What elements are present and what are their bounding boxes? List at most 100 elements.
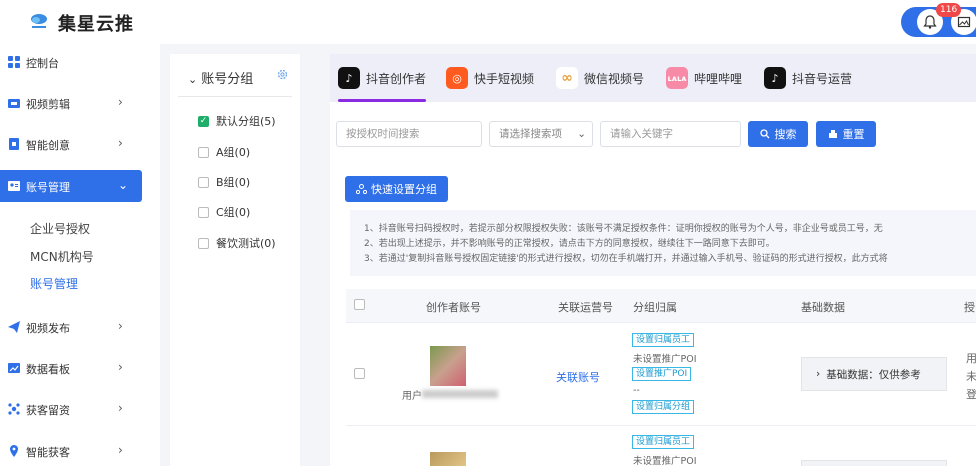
- group-item[interactable]: B组(0): [198, 175, 250, 189]
- chevron-down-icon: ⌄: [577, 128, 586, 140]
- chevron-right-icon: ›: [118, 136, 123, 150]
- checkbox-icon[interactable]: [198, 146, 209, 158]
- sidebar-subitem-enterprise-auth[interactable]: 企业号授权: [30, 220, 90, 237]
- select-all-checkbox[interactable]: [354, 299, 365, 310]
- user-id-prefix: 用户: [402, 391, 422, 402]
- top-bar: 集星云推 116: [0, 0, 976, 44]
- app-title: 集星云推: [58, 14, 134, 35]
- sidebar-item-video-edit[interactable]: 视频剪辑 ›: [0, 87, 160, 119]
- tab-label: 抖音号运营: [792, 71, 853, 86]
- tab-kuaishou[interactable]: ◎ 快手短视频: [446, 66, 534, 90]
- creative-icon: [9, 138, 19, 150]
- wechat-channels-icon: ∞: [556, 67, 578, 89]
- chevron-right-icon: ›: [118, 95, 123, 109]
- link-ops-account[interactable]: 关联账号: [556, 369, 600, 385]
- checkbox-icon[interactable]: [198, 206, 209, 218]
- col-group-header: 分组归属: [633, 301, 677, 314]
- account-icon: [8, 181, 20, 191]
- notification-badge: 116: [936, 3, 962, 17]
- group-item[interactable]: C组(0): [198, 205, 250, 219]
- sidebar-item-console[interactable]: 控制台: [0, 46, 160, 78]
- sidebar-item-data-board[interactable]: 数据看板 ›: [0, 352, 160, 384]
- bell-icon: [923, 15, 937, 29]
- group-item[interactable]: 餐饮测试(0): [198, 236, 276, 250]
- chart-icon: [8, 363, 20, 373]
- set-group-tag[interactable]: 设置归属分组: [632, 400, 695, 414]
- sidebar-item-label: 智能创意: [26, 139, 70, 152]
- user-id-redacted: [422, 390, 498, 398]
- dashboard-icon: [8, 56, 20, 68]
- chevron-right-icon: ›: [118, 360, 123, 374]
- gear-icon[interactable]: [276, 68, 289, 81]
- reset-icon: [828, 130, 837, 138]
- group-panel: ⌄ 账号分组 ✓ 默认分组(5) A组(0) B组(0) C组(0) 餐饮测试(0): [170, 54, 300, 466]
- sidebar-item-account-manage[interactable]: 账号管理 ⌄: [0, 170, 142, 202]
- table-row: 设置归属员工 未设置推广POI: [346, 426, 976, 466]
- sidebar-item-creative[interactable]: 智能创意 ›: [0, 128, 160, 160]
- auth-time-search-input[interactable]: 按授权时间搜索: [336, 121, 482, 147]
- search-field-select[interactable]: 请选择搜索项 ⌄: [489, 121, 593, 147]
- basic-data-toggle[interactable]: › 基础数据：仅供参考: [801, 357, 947, 391]
- chevron-right-icon: ›: [118, 443, 123, 457]
- sidebar-item-label: 账号管理: [26, 181, 70, 194]
- group-empty-value: --: [633, 385, 640, 396]
- video-edit-icon: [8, 99, 20, 108]
- group-item-label: A组(0): [216, 146, 251, 159]
- group-item[interactable]: A组(0): [198, 145, 250, 159]
- sidebar-subitem-mcn[interactable]: MCN机构号: [30, 248, 94, 265]
- tab-label: 微信视频号: [584, 71, 645, 86]
- sidebar-item-label: 视频剪辑: [26, 98, 70, 111]
- douyin-icon: ♪: [764, 67, 786, 89]
- checkbox-icon[interactable]: [198, 237, 209, 249]
- douyin-icon: ♪: [338, 67, 360, 89]
- location-icon: [10, 445, 18, 457]
- chevron-down-icon: ⌄: [118, 178, 129, 192]
- group-item-label: 餐饮测试(0): [216, 237, 276, 250]
- tab-label: 哔哩哔哩: [694, 71, 743, 86]
- divider: [178, 96, 292, 97]
- notice-line: 2、若出现上述提示，并不影响账号的正常授权，请点击下方的同意授权，继续往下一路同…: [364, 239, 775, 249]
- sidebar-item-label: 获客留资: [26, 404, 70, 417]
- quick-set-group-button[interactable]: 快速设置分组: [345, 176, 448, 202]
- chevron-right-icon: ›: [118, 319, 123, 333]
- sidebar-item-video-publish[interactable]: 视频发布 ›: [0, 311, 160, 343]
- sidebar-item-smart-acquire[interactable]: 智能获客 ›: [0, 435, 160, 466]
- set-poi-tag[interactable]: 设置推广POI: [632, 367, 692, 381]
- search-button-label: 搜索: [774, 128, 797, 141]
- send-icon: [8, 321, 20, 333]
- group-item-label: B组(0): [216, 176, 251, 189]
- tab-douyin-creator[interactable]: ♪ 抖音创作者: [338, 66, 426, 90]
- sidebar-item-leads[interactable]: 获客留资 ›: [0, 393, 160, 425]
- bilibili-icon: ʟᴀʟᴀ: [666, 67, 688, 89]
- checkbox-icon[interactable]: [198, 176, 209, 188]
- checkbox-checked-icon[interactable]: ✓: [198, 115, 209, 127]
- active-tab-indicator: [338, 99, 426, 102]
- sidebar-subitem-account-manage[interactable]: 账号管理: [30, 275, 78, 292]
- set-employee-tag[interactable]: 设置归属员工: [632, 435, 695, 449]
- group-panel-header[interactable]: ⌄ 账号分组: [188, 68, 253, 87]
- group-item[interactable]: ✓ 默认分组(5): [198, 114, 276, 128]
- poi-status: 未设置推广POI: [633, 456, 697, 466]
- set-employee-tag[interactable]: 设置归属员工: [632, 333, 695, 347]
- row-checkbox[interactable]: [354, 368, 365, 379]
- tab-douyin-ops[interactable]: ♪ 抖音号运营: [764, 66, 852, 90]
- group-icon: [356, 184, 367, 194]
- tab-label: 抖音创作者: [366, 71, 427, 86]
- search-button[interactable]: 搜索: [748, 121, 808, 147]
- tab-wechat-channels[interactable]: ∞ 微信视频号: [556, 66, 644, 90]
- select-placeholder: 请选择搜索项: [499, 128, 562, 140]
- col-basic-header: 基础数据: [801, 301, 845, 314]
- keyword-search-input[interactable]: 请输入关键字: [600, 121, 741, 147]
- table-header: 创作者账号 关联运营号 分组归属 基础数据 授: [346, 289, 976, 323]
- tab-bilibili[interactable]: ʟᴀʟᴀ 哔哩哔哩: [666, 66, 742, 90]
- main-content: ♪ 抖音创作者 ◎ 快手短视频 ∞ 微信视频号 ʟᴀʟᴀ 哔哩哔哩 ♪ 抖音号运营 按授权…: [330, 54, 976, 466]
- basic-data-label: 基础数据：仅供参考: [826, 368, 921, 381]
- search-icon: [759, 129, 769, 139]
- reset-button[interactable]: 重置: [816, 121, 876, 147]
- group-panel-title: 账号分组: [201, 72, 254, 87]
- sidebar-item-label: 数据看板: [26, 363, 70, 376]
- sidebar-item-label: 视频发布: [26, 322, 70, 335]
- chevron-right-icon: ›: [816, 368, 821, 380]
- basic-data-toggle[interactable]: [801, 460, 947, 466]
- avatar: [430, 346, 466, 386]
